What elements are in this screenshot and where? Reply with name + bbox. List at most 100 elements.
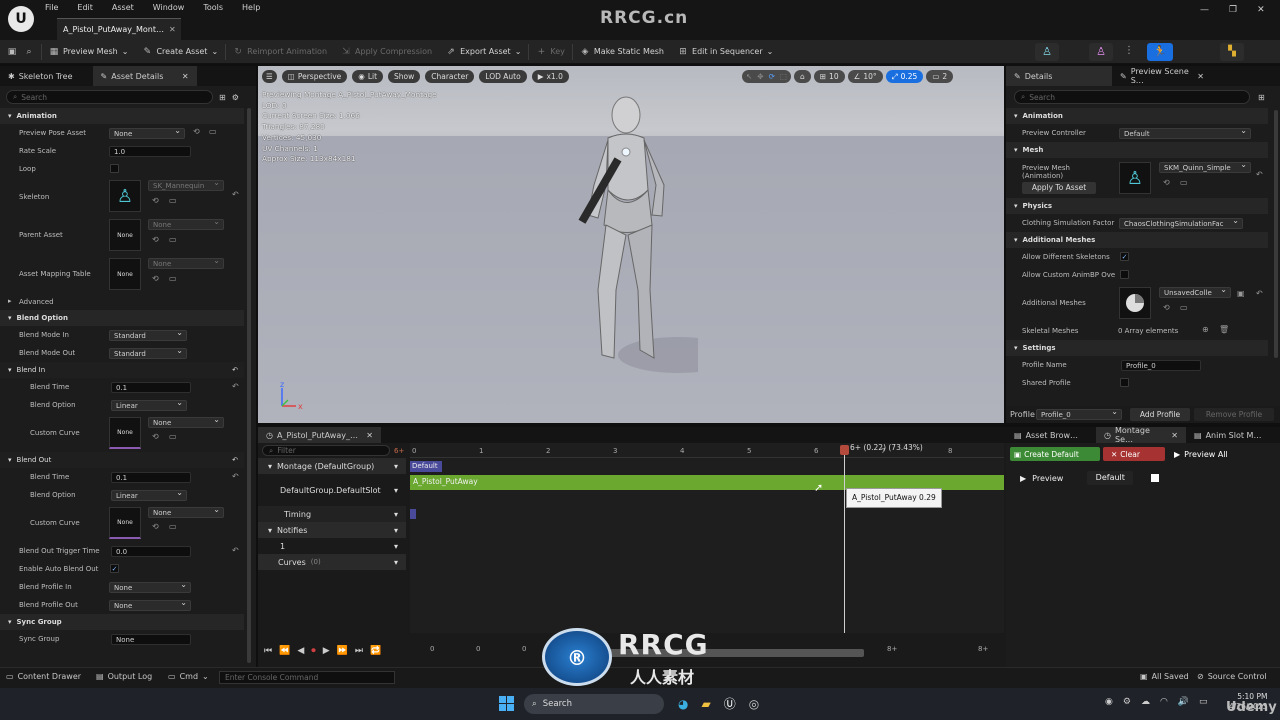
mapping-thumbnail[interactable]: None <box>109 258 141 290</box>
cmd-button[interactable]: ▭ Cmd ⌄ <box>168 672 209 681</box>
details-search-input[interactable]: ⌕ Search <box>6 90 213 104</box>
blend-in-option-select[interactable]: Linear <box>111 400 187 411</box>
use-selected-icon[interactable]: ⟲ <box>152 522 159 531</box>
track-montage-group[interactable]: ▾ Montage (DefaultGroup) ▾ <box>258 458 406 474</box>
category-sync-group[interactable]: ▾ Sync Group <box>0 614 244 630</box>
blend-in-curve-select[interactable]: None <box>148 417 224 428</box>
use-selected-icon[interactable]: ⟲ <box>152 432 159 441</box>
track-notifies[interactable]: ▾ Notifies ▾ <box>258 522 406 538</box>
blend-out-time-field[interactable]: 0.1 <box>111 472 191 483</box>
preview-viewport[interactable]: ☰ ◫ Perspective ◉ Lit Show Character LOD A… <box>258 66 1004 423</box>
reset-arrow-icon[interactable]: ↶ <box>232 546 239 555</box>
blend-profile-in-select[interactable]: None <box>109 582 191 593</box>
perspective-button[interactable]: ◫ Perspective <box>281 70 348 83</box>
play-reverse-icon[interactable]: ◀ <box>297 646 304 656</box>
key-button[interactable]: + Key <box>529 40 572 64</box>
browse-icon[interactable]: ▭ <box>1180 178 1188 187</box>
make-static-mesh-button[interactable]: ◈ Make Static Mesh <box>573 40 671 64</box>
sync-group-field[interactable]: None <box>111 634 191 645</box>
skip-start-icon[interactable]: ⏮ <box>264 646 272 656</box>
close-icon[interactable]: ✕ <box>1197 72 1204 81</box>
use-selected-icon[interactable]: ⟲ <box>152 274 159 283</box>
skeleton-thumbnail[interactable]: ♙ <box>109 180 141 212</box>
browse-icon[interactable]: ▭ <box>169 274 177 283</box>
blueprint-mode-button[interactable]: ▚ <box>1220 43 1244 61</box>
profile-name-field[interactable]: Profile_0 <box>1121 360 1201 371</box>
viewport-menu-button[interactable]: ☰ <box>262 70 277 83</box>
apply-compression-button[interactable]: ⇲ Apply Compression <box>334 40 439 64</box>
mesh-mode-button[interactable]: ♙ <box>1089 43 1113 61</box>
notify-marker[interactable] <box>410 509 416 519</box>
dropdown-icon[interactable]: ▾ <box>394 462 398 471</box>
track-filter-input[interactable]: ⌕ Filter <box>262 445 390 456</box>
source-control-button[interactable]: ⊘ Source Control <box>1197 672 1267 681</box>
save-button[interactable]: ▣ <box>0 40 24 64</box>
auto-blend-out-checkbox[interactable]: ✓ <box>110 564 119 573</box>
reset-arrow-icon[interactable]: ↶ <box>232 190 239 199</box>
edit-in-sequencer-button[interactable]: ⊞ Edit in Sequencer ⌄ <box>671 40 780 64</box>
blend-out-curve-thumbnail[interactable]: None <box>109 507 141 539</box>
track-timing[interactable]: Timing ▾ <box>258 506 406 522</box>
close-icon[interactable]: ✕ <box>169 25 176 34</box>
use-selected-icon[interactable]: ⟲ <box>1163 303 1170 312</box>
section-marker[interactable]: Default <box>410 461 442 472</box>
browse-icon[interactable]: ▭ <box>169 522 177 531</box>
add-element-icon[interactable]: ⊕ <box>1202 325 1209 334</box>
create-default-button[interactable]: ▣ Create Default <box>1010 447 1100 461</box>
character-button[interactable]: Character <box>425 70 475 83</box>
browse-icon[interactable]: ▭ <box>169 235 177 244</box>
grid-view-icon[interactable]: ⊞ <box>219 93 226 102</box>
close-icon[interactable]: ✕ <box>366 431 373 440</box>
reset-arrow-icon[interactable]: ↶ <box>1256 289 1263 298</box>
category-mesh[interactable]: ▾ Mesh <box>1006 142 1268 158</box>
tab-skeleton-tree[interactable]: ✱ Skeleton Tree <box>0 66 81 86</box>
reset-arrow-icon[interactable]: ↶ <box>232 382 239 391</box>
tab-montage-asset[interactable]: ◷ A_Pistol_PutAway_… ✕ <box>258 427 381 443</box>
mapping-select[interactable]: None <box>148 258 224 269</box>
reset-arrow-icon[interactable]: ↶ <box>1256 170 1263 179</box>
use-selected-icon[interactable]: ⟲ <box>1163 178 1170 187</box>
delete-icon[interactable]: 🗑 <box>1219 325 1229 334</box>
add-profile-button[interactable]: Add Profile <box>1130 408 1190 421</box>
output-log-button[interactable]: ▤ Output Log <box>96 672 152 681</box>
use-selected-icon[interactable]: ⟲ <box>193 127 200 136</box>
additional-meshes-thumbnail[interactable] <box>1119 287 1151 319</box>
track-curves[interactable]: Curves (0) ▾ <box>258 554 406 570</box>
shared-profile-checkbox[interactable] <box>1120 378 1129 387</box>
category-additional-meshes[interactable]: ▾ Additional Meshes <box>1006 232 1268 248</box>
scale-snap-button[interactable]: ⤢ 0.25 <box>885 70 924 83</box>
more-options-icon[interactable]: ⋮ <box>1124 45 1134 56</box>
chrome-icon[interactable]: ◉ <box>1105 697 1113 707</box>
close-window-icon[interactable]: ✕ <box>1257 5 1265 15</box>
skip-end-icon[interactable]: ⏭ <box>355 646 363 656</box>
tab-details[interactable]: ✎ Details <box>1006 66 1112 86</box>
save-asset-icon[interactable]: ▣ <box>1237 289 1245 298</box>
camera-speed-button[interactable]: ▭ 2 <box>926 70 954 83</box>
grid-view-icon[interactable]: ⊞ <box>1258 93 1265 102</box>
dropdown-icon[interactable]: ▾ <box>394 526 398 535</box>
category-animation[interactable]: ▾ Animation <box>0 108 244 124</box>
tab-anim-slot-manager[interactable]: ▤ Anim Slot M… <box>1186 427 1276 443</box>
menu-edit[interactable]: Edit <box>77 3 93 12</box>
skeleton-select[interactable]: SK_Mannequin <box>148 180 224 191</box>
taskbar-search[interactable]: ⌕ Search <box>524 694 664 714</box>
tab-asset-details[interactable]: ✎ Asset Details ✕ <box>92 66 197 86</box>
browse-icon[interactable]: ▭ <box>1180 303 1188 312</box>
all-saved-indicator[interactable]: ▣ All Saved <box>1140 672 1189 681</box>
lit-button[interactable]: ◉ Lit <box>352 70 384 83</box>
wifi-icon[interactable]: ◠ <box>1160 697 1168 707</box>
loop-checkbox[interactable] <box>110 164 119 173</box>
blend-in-time-field[interactable]: 0.1 <box>111 382 191 393</box>
preview-all-button[interactable]: ▶ Preview All <box>1168 447 1238 461</box>
track-notify-1[interactable]: 1 ▾ <box>258 538 406 554</box>
category-blend-in[interactable]: ▾ Blend In ↶ <box>0 362 244 378</box>
surface-snap-button[interactable]: ⌂ <box>793 70 811 83</box>
timeline-area[interactable]: 0 1 2 3 4 5 6 7 8 6+ (0.22) (73.43%) Def… <box>410 443 1004 633</box>
recording-app-icon[interactable]: ◎ <box>749 697 759 711</box>
settings-icon[interactable]: ⚙ <box>1123 697 1131 707</box>
profile-select[interactable]: Profile_0 <box>1036 409 1122 420</box>
restore-icon[interactable]: ❐ <box>1229 5 1237 15</box>
network-icon[interactable]: ☁ <box>1141 697 1150 707</box>
edge-browser-icon[interactable]: ◕ <box>678 697 688 711</box>
blend-out-option-select[interactable]: Linear <box>111 490 187 501</box>
